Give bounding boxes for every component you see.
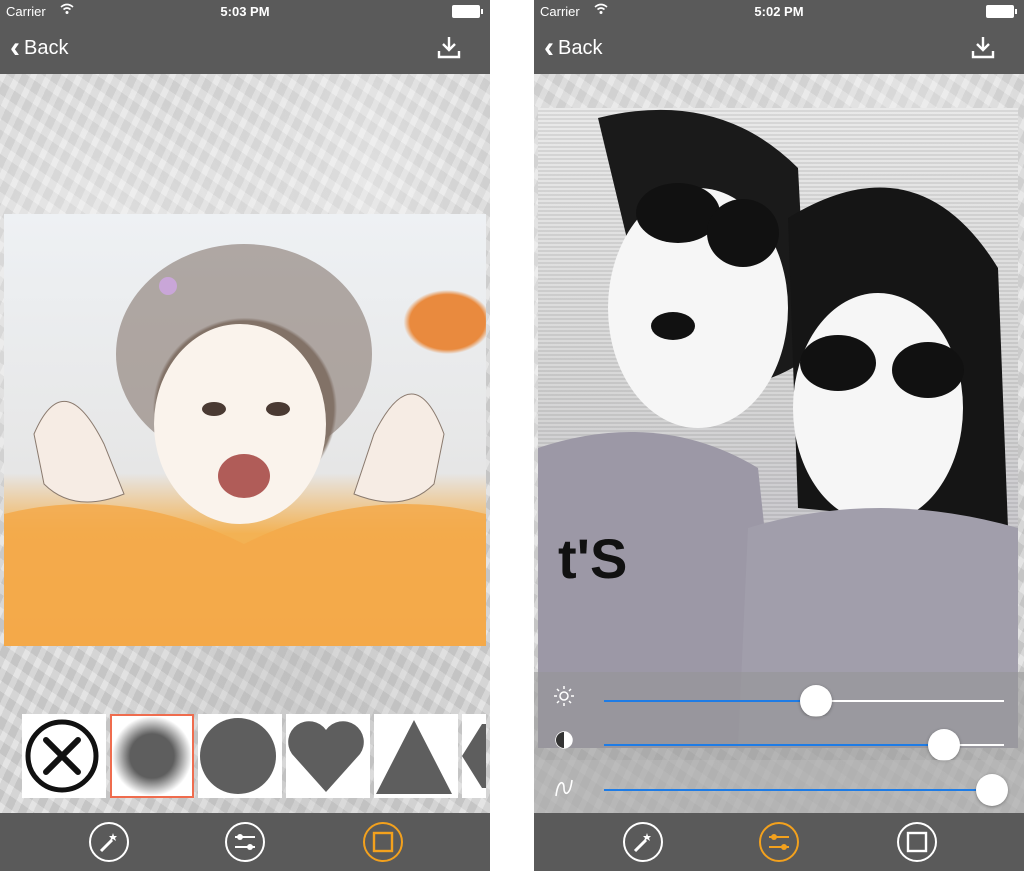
back-button[interactable]: ‹ Back: [10, 31, 69, 64]
adjust-sliders-icon[interactable]: [758, 821, 800, 863]
navigation-bar: ‹ Back: [534, 22, 1024, 74]
slider-track[interactable]: [604, 789, 1004, 791]
edited-photo-preview[interactable]: [4, 214, 486, 646]
brightness-slider[interactable]: [534, 672, 1024, 717]
frame-icon[interactable]: [896, 821, 938, 863]
slider-thumb[interactable]: [928, 729, 960, 761]
heart-shape[interactable]: [286, 714, 370, 798]
status-bar: Carrier 5:02 PM: [534, 0, 1024, 22]
battery-icon: [452, 5, 483, 18]
chevron-left-icon: ‹: [544, 31, 554, 64]
slider-thumb[interactable]: [976, 774, 1008, 806]
slider-fill: [604, 789, 992, 791]
navigation-bar: ‹ Back: [0, 22, 490, 74]
bottom-toolbar: [0, 813, 490, 871]
contrast-icon: [552, 728, 576, 752]
download-icon[interactable]: [436, 34, 462, 60]
back-button[interactable]: ‹ Back: [544, 31, 603, 64]
svg-text:t'S: t'S: [558, 527, 627, 590]
curve-icon: [552, 776, 576, 800]
slider-fill: [604, 700, 816, 702]
status-time: 5:02 PM: [754, 4, 804, 19]
status-bar: Carrier 5:03 PM: [0, 0, 490, 22]
right-phone-screen: Carrier 5:02 PM ‹ Back t'S: [534, 0, 1024, 871]
status-time: 5:03 PM: [220, 4, 270, 19]
edited-photo-preview[interactable]: t'S: [538, 108, 1018, 748]
back-label: Back: [24, 36, 69, 59]
chevron-left-icon: ‹: [10, 31, 20, 64]
adjustment-sliders: [534, 672, 1024, 814]
brightness-icon: [552, 684, 576, 708]
none-shape[interactable]: [22, 714, 106, 798]
left-phone-screen: Carrier 5:03 PM ‹ Back: [0, 0, 490, 871]
magic-wand-icon[interactable]: [622, 821, 664, 863]
adjust-sliders-icon[interactable]: [224, 821, 266, 863]
curve-slider[interactable]: [534, 760, 1024, 814]
circle-shape[interactable]: [198, 714, 282, 798]
battery-icon: [986, 5, 1017, 18]
magic-wand-icon[interactable]: [88, 821, 130, 863]
download-icon[interactable]: [970, 34, 996, 60]
blur-circle-shape[interactable]: [110, 714, 194, 798]
slider-fill: [604, 744, 944, 746]
bottom-toolbar: [534, 813, 1024, 871]
mask-shape-picker: [22, 714, 486, 798]
hexagon-shape[interactable]: [462, 714, 486, 798]
contrast-slider[interactable]: [534, 716, 1024, 761]
slider-thumb[interactable]: [800, 685, 832, 717]
back-label: Back: [558, 36, 603, 59]
triangle-shape[interactable]: [374, 714, 458, 798]
frame-icon[interactable]: [362, 821, 404, 863]
